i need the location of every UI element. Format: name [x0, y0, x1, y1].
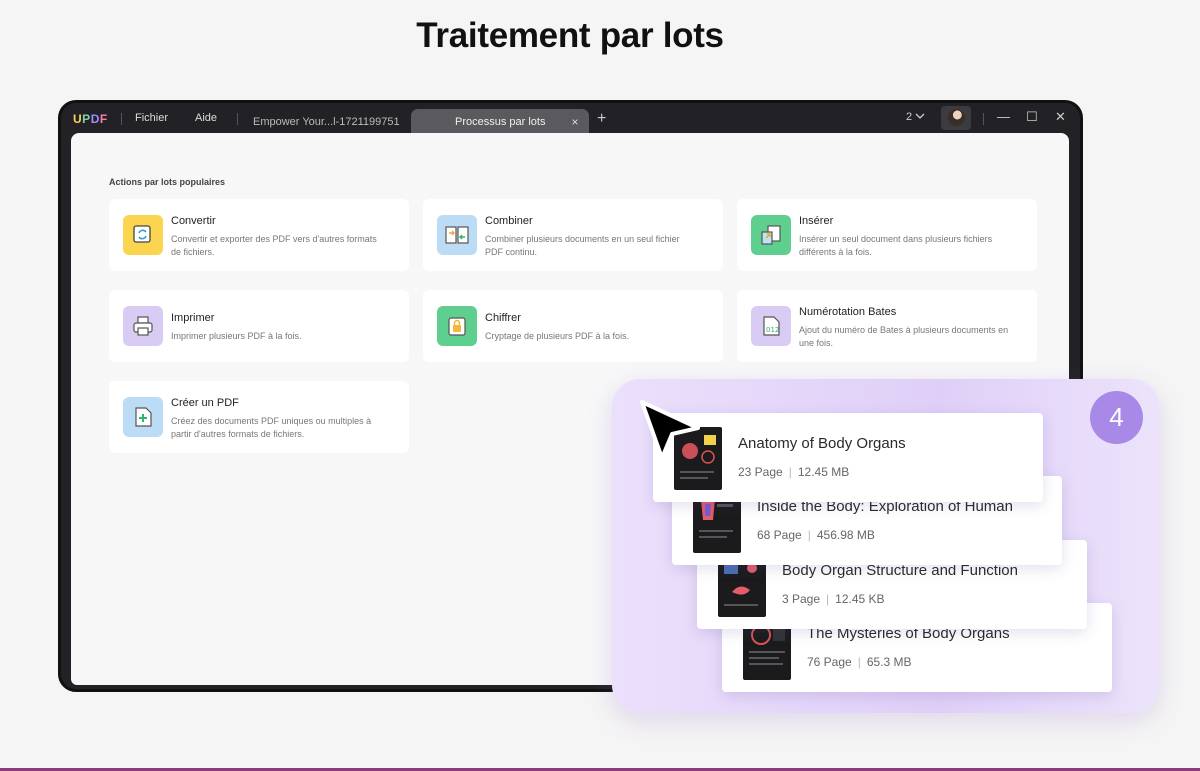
close-button[interactable]: ✕ — [1055, 109, 1066, 125]
tab-batch-process[interactable]: Processus par lots × — [411, 109, 589, 135]
action-title: Chiffrer — [485, 312, 521, 324]
action-title: Insérer — [799, 215, 834, 227]
insert-icon — [751, 215, 791, 255]
action-description: Cryptage de plusieurs PDF à la fois. — [485, 331, 630, 341]
action-card-inserer[interactable]: Insérer Insérer un seul document dans pl… — [737, 199, 1037, 271]
file-card-active[interactable]: Anatomy of Body Organs 23 Page | 12.45 MB — [653, 413, 1043, 502]
lock-icon — [437, 306, 477, 346]
file-meta: 3 Page | 12.45 KB — [782, 592, 885, 606]
avatar — [948, 109, 965, 126]
convert-icon — [123, 215, 163, 255]
create-pdf-icon — [123, 397, 163, 437]
tab-close-icon[interactable]: × — [571, 115, 578, 129]
minimize-button[interactable]: — — [997, 109, 1010, 124]
file-name: Anatomy of Body Organs — [738, 435, 906, 452]
action-title: Combiner — [485, 215, 533, 227]
tab-label: Processus par lots — [455, 116, 546, 128]
action-description: Convertir et exporter des PDF vers d'aut… — [171, 234, 377, 257]
title-separator — [121, 113, 122, 125]
bates-number-icon: 012 — [751, 306, 791, 346]
menu-aide[interactable]: Aide — [195, 112, 217, 124]
page-count: 23 Page — [738, 465, 783, 479]
page-count: 76 Page — [807, 655, 852, 669]
file-meta: 23 Page | 12.45 MB — [738, 465, 850, 479]
new-tab-button[interactable]: + — [597, 110, 606, 128]
file-size: 65.3 MB — [866, 655, 912, 669]
tab-document[interactable]: Empower Your...l-1721199751 — [253, 109, 400, 135]
account-button[interactable] — [941, 106, 971, 130]
window-count-dropdown[interactable]: 2 — [906, 111, 925, 123]
action-card-imprimer[interactable]: Imprimer Imprimer plusieurs PDF à la foi… — [109, 290, 409, 362]
action-title: Imprimer — [171, 312, 215, 324]
mouse-pointer-icon — [636, 398, 704, 467]
page-count: 3 Page — [782, 592, 821, 606]
updf-logo[interactable]: UPDF — [73, 112, 108, 126]
action-description: Créez des documents PDF uniques ou multi… — [171, 416, 372, 439]
action-card-numerotation-bates[interactable]: 012 Numérotation Bates Ajout du numéro d… — [737, 290, 1037, 362]
action-description: Insérer un seul document dans plusieurs … — [799, 234, 993, 257]
page-title: Traitement par lots — [416, 16, 724, 55]
combine-icon — [437, 215, 477, 255]
maximize-button[interactable]: ☐ — [1026, 109, 1038, 125]
action-title: Créer un PDF — [171, 397, 239, 409]
svg-text:012: 012 — [766, 326, 779, 334]
action-card-combiner[interactable]: Combiner Combiner plusieurs documents en… — [423, 199, 723, 271]
title-separator — [237, 113, 238, 125]
chevron-down-icon — [915, 111, 925, 123]
section-label: Actions par lots populaires — [109, 177, 226, 187]
action-card-convertir[interactable]: Convertir Convertir et exporter des PDF … — [109, 199, 409, 271]
page-count: 68 Page — [757, 528, 802, 542]
file-size: 12.45 KB — [835, 592, 885, 606]
window-count: 2 — [906, 111, 913, 123]
action-description: Ajout du numéro de Bates à plusieurs doc… — [799, 325, 1009, 348]
action-card-creer-pdf[interactable]: Créer un PDF Créez des documents PDF uni… — [109, 381, 409, 453]
action-description: Combiner plusieurs documents en un seul … — [485, 234, 680, 257]
file-size: 456.98 MB — [816, 528, 875, 542]
action-description: Imprimer plusieurs PDF à la fois. — [171, 331, 302, 341]
action-title: Convertir — [171, 215, 216, 227]
title-separator — [983, 113, 984, 125]
tab-label: Empower Your...l-1721199751 — [253, 116, 400, 128]
title-bar: UPDF Fichier Aide Empower Your...l-17211… — [61, 103, 1080, 135]
action-title: Numérotation Bates — [799, 306, 897, 318]
file-count-badge: 4 — [1090, 391, 1143, 444]
file-size: 12.45 MB — [797, 465, 850, 479]
file-meta: 68 Page | 456.98 MB — [757, 528, 875, 542]
printer-icon — [123, 306, 163, 346]
menu-fichier[interactable]: Fichier — [135, 112, 168, 124]
file-meta: 76 Page | 65.3 MB — [807, 655, 912, 669]
action-card-chiffrer[interactable]: Chiffrer Cryptage de plusieurs PDF à la … — [423, 290, 723, 362]
